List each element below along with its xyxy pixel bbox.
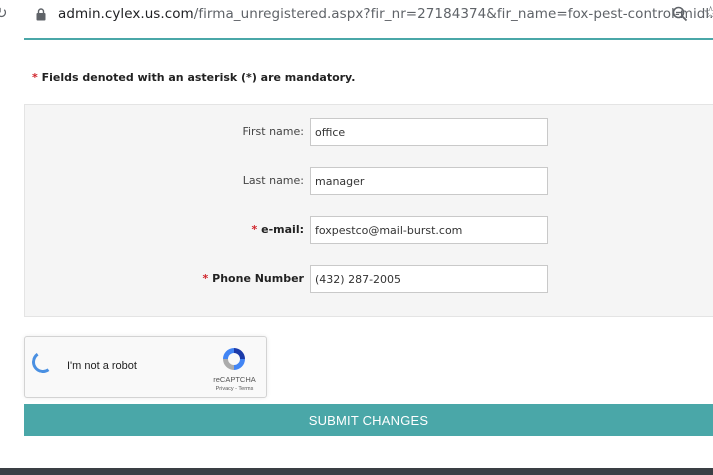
required-asterisk: * [251, 223, 258, 236]
phone-label: * Phone Number [203, 272, 304, 285]
section-divider [24, 38, 713, 40]
email-label: * e-mail: [252, 223, 304, 236]
url-host: admin.cylex.us.com [58, 6, 194, 22]
email-label-text: e-mail: [261, 223, 304, 236]
last-name-label: Last name: [242, 174, 304, 187]
first-name-field[interactable] [310, 118, 548, 146]
first-name-label: First name: [242, 125, 304, 138]
page-footer-bar [0, 468, 713, 475]
captcha-checkbox[interactable] [30, 349, 56, 375]
last-name-row: Last name: [25, 167, 713, 197]
submit-changes-button[interactable]: SUBMIT CHANGES [24, 404, 713, 436]
mandatory-note: * Fields denoted with an asterisk (*) ar… [32, 71, 355, 84]
contact-form: First name: Last name: * e-mail: * Phone… [24, 104, 713, 317]
required-asterisk: * [202, 272, 209, 285]
phone-field[interactable] [310, 265, 548, 293]
url-path: /firma_unregistered.aspx?fir_nr=27184374… [193, 6, 713, 22]
browser-address-bar[interactable]: ↻ admin.cylex.us.com/firma_unregistered.… [0, 0, 713, 29]
first-name-row: First name: [25, 118, 713, 148]
lock-icon [36, 8, 46, 21]
email-row: * e-mail: [25, 216, 713, 246]
url-text[interactable]: admin.cylex.us.com/firma_unregistered.as… [58, 6, 713, 22]
recaptcha-brand: reCAPTCHA [213, 375, 256, 384]
phone-row: * Phone Number [25, 265, 713, 295]
phone-label-text: Phone Number [212, 272, 304, 285]
mandatory-note-text: Fields denoted with an asterisk (*) are … [41, 71, 356, 84]
recaptcha-logo-icon [223, 348, 245, 370]
required-asterisk: * [32, 71, 38, 84]
email-field[interactable] [310, 216, 548, 244]
recaptcha-links[interactable]: Privacy - Terms [207, 386, 262, 392]
reload-icon[interactable]: ↻ [0, 4, 8, 22]
star-icon[interactable]: ☆ [703, 3, 713, 23]
zoom-icon[interactable] [672, 6, 688, 22]
last-name-field[interactable] [310, 167, 548, 195]
captcha-label: I'm not a robot [67, 360, 137, 372]
recaptcha-widget: I'm not a robot reCAPTCHA Privacy - Term… [24, 336, 267, 398]
